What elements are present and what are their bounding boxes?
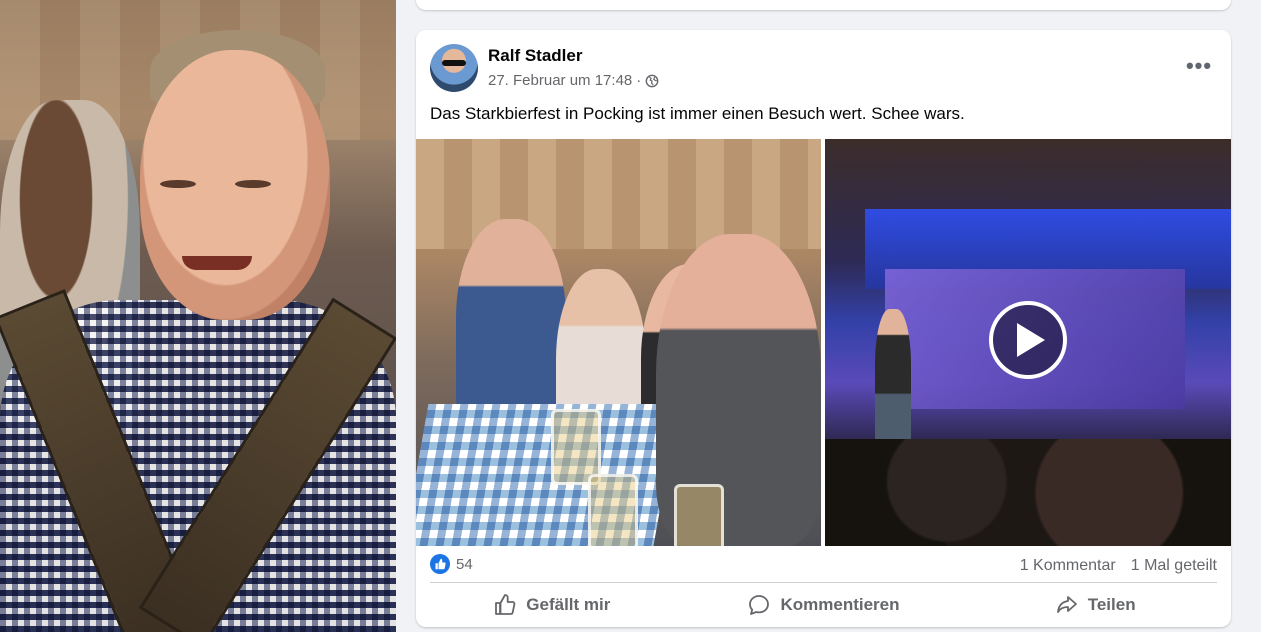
comment-label: Kommentieren <box>780 595 900 614</box>
post-photo[interactable] <box>416 139 821 546</box>
comment-button[interactable]: Kommentieren <box>688 583 960 627</box>
more-options-button[interactable]: ••• <box>1181 48 1217 84</box>
beer-glass <box>674 484 724 546</box>
side-photo <box>0 0 396 632</box>
reaction-count: 54 <box>456 555 473 573</box>
share-count[interactable]: 1 Mal geteilt <box>1131 557 1217 575</box>
reaction-summary[interactable]: 54 <box>430 554 473 574</box>
play-button[interactable] <box>989 301 1067 379</box>
post-meta: 27. Februar um 17:48 · <box>488 72 659 89</box>
more-icon: ••• <box>1185 53 1213 78</box>
photo-eye <box>160 180 196 188</box>
video-performer <box>875 309 911 449</box>
post-timestamp[interactable]: 27. Februar um 17:48 <box>488 72 632 89</box>
comment-count[interactable]: 1 Kommentar <box>1020 557 1116 575</box>
photo-mouth <box>182 256 252 270</box>
previous-post-card <box>416 0 1231 10</box>
share-button[interactable]: Teilen <box>959 583 1231 627</box>
post-video[interactable] <box>825 139 1231 546</box>
post-media <box>416 139 1231 546</box>
post-text: Das Starkbierfest in Pocking ist immer e… <box>430 104 965 123</box>
meta-separator: · <box>636 72 642 89</box>
like-icon <box>430 554 450 574</box>
play-icon <box>1017 323 1045 357</box>
share-icon <box>1056 596 1077 613</box>
action-bar: Gefällt mir Kommentieren Teilen <box>416 583 1231 627</box>
photo-eye <box>235 180 271 188</box>
thumbs-up-icon <box>435 558 446 570</box>
engagement-counts: 1 Kommentar 1 Mal geteilt <box>1020 557 1217 575</box>
avatar[interactable] <box>430 44 478 92</box>
photo-ceiling <box>416 139 821 249</box>
like-button[interactable]: Gefällt mir <box>416 583 688 627</box>
video-crowd <box>825 439 1231 546</box>
post-author[interactable]: Ralf Stadler <box>488 46 582 66</box>
share-label: Teilen <box>1087 595 1136 614</box>
thumbs-up-icon <box>495 594 516 615</box>
avatar-glasses <box>442 60 466 66</box>
photo-table <box>416 404 679 546</box>
like-label: Gefällt mir <box>526 595 611 614</box>
feed-post: Ralf Stadler 27. Februar um 17:48 · ••• … <box>416 30 1231 627</box>
beer-glass <box>588 474 638 546</box>
comment-icon <box>749 595 770 615</box>
globe-icon[interactable] <box>645 74 659 88</box>
